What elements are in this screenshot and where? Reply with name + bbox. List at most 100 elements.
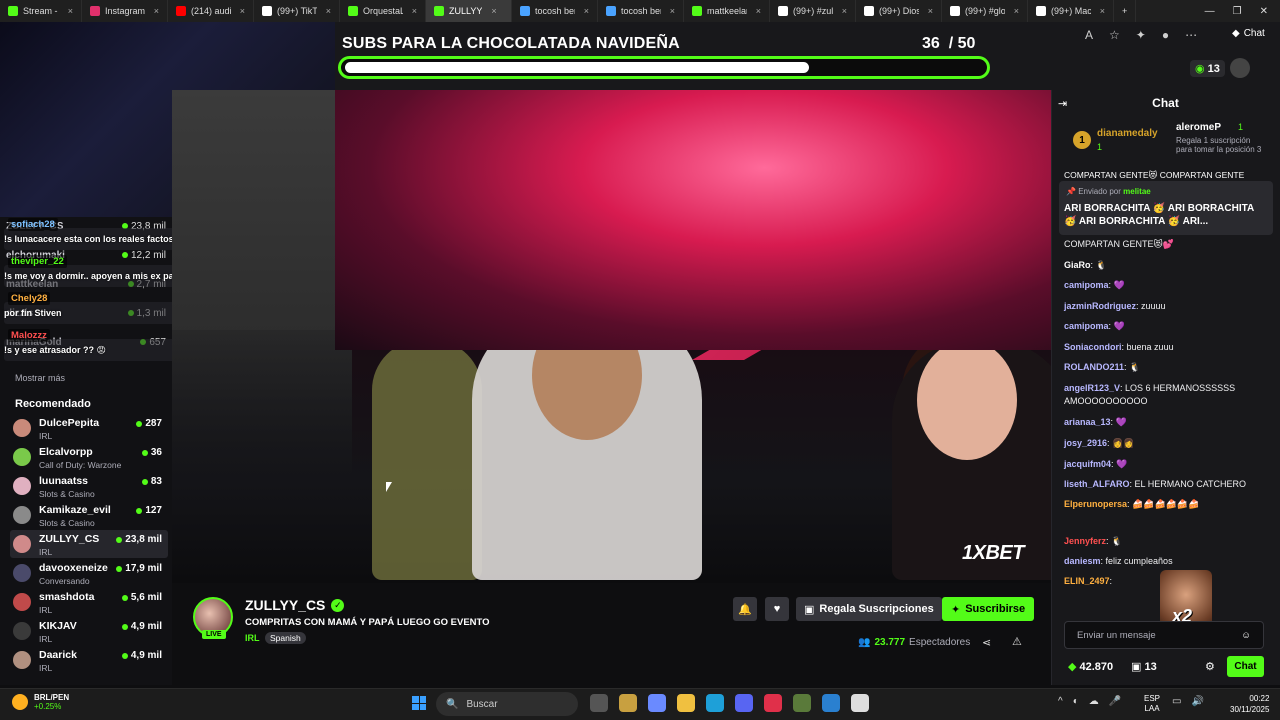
chat-username[interactable]: liseth_ALFARO — [1064, 479, 1130, 489]
copilot-app-icon[interactable] — [648, 694, 666, 712]
close-tab-icon[interactable]: × — [584, 6, 589, 16]
chat-username[interactable]: Soniacondori — [1064, 342, 1122, 352]
chat-username[interactable]: daniesm — [1064, 556, 1101, 566]
close-tab-icon[interactable]: × — [1014, 6, 1019, 16]
windows-start-icon[interactable] — [412, 696, 426, 710]
browser-tab[interactable]: OrquestaLa × — [340, 0, 426, 22]
chat-message[interactable]: Soniacondori: buena zuuu — [1064, 341, 1274, 354]
chat-username[interactable]: ELIN_2497 — [1064, 576, 1110, 586]
browser-tab[interactable]: Instagram × — [82, 0, 168, 22]
second-gifter-name[interactable]: aleromeP — [1176, 122, 1221, 133]
network-icon[interactable]: ▭ — [1172, 696, 1181, 707]
tiktok-studio-icon[interactable] — [764, 694, 782, 712]
emoji-icon[interactable]: ☺ — [1241, 630, 1251, 641]
close-tab-icon[interactable]: × — [928, 6, 933, 16]
browser-tab[interactable]: (99+) #glogl × — [942, 0, 1028, 22]
copilot-chat-button[interactable]: ◆ Chat — [1232, 28, 1265, 39]
chat-username[interactable]: angelR123_V — [1064, 383, 1120, 393]
chat-message[interactable]: COMPARTAN GENTE😻💕 — [1064, 238, 1274, 251]
gift-subscriptions-button[interactable]: ▣ Regala Suscripciones — [796, 597, 942, 621]
browser-tab[interactable]: (214) audio × — [168, 0, 254, 22]
browser-tab[interactable]: (99+) Macke × — [1028, 0, 1114, 22]
maximize-icon[interactable]: ❐ — [1233, 6, 1242, 17]
browser-tab[interactable]: mattkeelan × — [684, 0, 770, 22]
chat-username[interactable]: GiaRo — [1064, 260, 1091, 270]
close-tab-icon[interactable]: × — [240, 6, 245, 16]
chat-username[interactable]: arianaa_13 — [1064, 417, 1111, 427]
browser-tab[interactable]: Stream - Kick × — [0, 0, 82, 22]
recommended-channel[interactable]: DulcePepita IRL 287 — [10, 414, 168, 442]
recommended-channel[interactable]: luunaatss Slots & Casino 83 — [10, 472, 168, 500]
chat-username[interactable]: josy_2916 — [1064, 438, 1107, 448]
report-warning-icon[interactable]: ⚠ — [1012, 635, 1022, 648]
send-chat-button[interactable]: Chat — [1227, 656, 1264, 677]
favorite-star-icon[interactable]: ☆ — [1109, 28, 1120, 42]
close-tab-icon[interactable]: × — [670, 6, 675, 16]
close-tab-icon[interactable]: × — [326, 6, 331, 16]
browser-tab[interactable]: (99+) Dios m × — [856, 0, 942, 22]
close-tab-icon[interactable]: × — [412, 6, 417, 16]
follow-heart-button[interactable]: ♥ — [765, 597, 789, 621]
store-icon[interactable] — [619, 694, 637, 712]
close-tab-icon[interactable]: × — [491, 6, 496, 16]
close-tab-icon[interactable]: × — [68, 6, 73, 16]
top-gifter-name[interactable]: dianamedaly — [1097, 128, 1158, 139]
streamer-name[interactable]: ZULLYY_CS ✓ — [245, 597, 345, 613]
discord-icon[interactable] — [735, 694, 753, 712]
minimize-icon[interactable]: — — [1205, 6, 1215, 17]
share-icon[interactable]: ⋖ — [982, 636, 991, 649]
user-avatar[interactable] — [1230, 58, 1250, 78]
chat-message[interactable]: Jennyferz: 🐧 — [1064, 535, 1274, 548]
chat-message[interactable]: jacquifm04: 💜 — [1064, 458, 1274, 471]
profile-icon[interactable]: ● — [1162, 28, 1169, 42]
chat-username[interactable]: Jennyferz — [1064, 536, 1106, 546]
notifications-bell-button[interactable]: 🔔 — [733, 597, 757, 621]
browser-tab[interactable]: tocosh bene × — [598, 0, 684, 22]
edge-browser-icon[interactable] — [706, 694, 724, 712]
chat-message[interactable]: angelR123_V: LOS 6 HERMANOSSSSSS AMOOOOO… — [1064, 382, 1274, 408]
browser-tab[interactable]: ZULLYY × — [426, 0, 512, 22]
stream-language-tag[interactable]: Spanish — [265, 632, 306, 644]
show-more-link[interactable]: Mostrar más — [15, 373, 65, 383]
close-tab-icon[interactable]: × — [1100, 6, 1105, 16]
channel-points[interactable]: ◆ 42.870 — [1068, 660, 1113, 674]
volume-icon[interactable]: 🔊 — [1191, 696, 1203, 707]
app-icon[interactable] — [793, 694, 811, 712]
chat-message[interactable]: camipoma: 💜 — [1064, 279, 1274, 292]
app-icon[interactable] — [822, 694, 840, 712]
chat-message[interactable]: camipoma: 💜 — [1064, 320, 1274, 333]
chat-message[interactable]: ROLANDO211: 🐧 — [1064, 361, 1274, 374]
close-icon[interactable]: ✕ — [1260, 6, 1268, 17]
taskbar-clock[interactable]: 00:22 30/11/2025 — [1230, 693, 1269, 715]
recommended-channel[interactable]: ZULLYY_CS IRL 23,8 mil — [10, 530, 168, 558]
recommended-channel[interactable]: KIKJAV IRL 4,9 mil — [10, 617, 168, 645]
recommended-channel[interactable]: davooxeneize Conversando 17,9 mil — [10, 559, 168, 587]
chat-username[interactable]: Elperunopersa — [1064, 499, 1127, 509]
subscribe-button[interactable]: ✦ Suscribirse — [942, 597, 1035, 621]
keyboard-language[interactable]: ESP LAA — [1144, 694, 1160, 714]
chat-message[interactable]: jazminRodriguez: zuuuu — [1064, 300, 1274, 313]
chat-username[interactable]: camipoma — [1064, 280, 1109, 290]
recommended-channel[interactable]: Kamikaze_evil Slots & Casino 127 — [10, 501, 168, 529]
chat-message-input[interactable]: Enviar un mensaje ☺ — [1064, 621, 1264, 649]
obs-icon[interactable] — [851, 694, 869, 712]
recommended-channel[interactable]: smashdota IRL 5,6 mil — [10, 588, 168, 616]
chat-message[interactable]: arianaa_13: 💜 — [1064, 416, 1274, 429]
close-tab-icon[interactable]: × — [842, 6, 847, 16]
read-aloud-icon[interactable]: A — [1085, 28, 1093, 42]
browser-tab[interactable]: tocosh bene × — [512, 0, 598, 22]
more-menu-icon[interactable]: ⋯ — [1185, 28, 1197, 42]
chat-message[interactable]: josy_2916: 👩👩 — [1064, 437, 1274, 450]
chat-settings-icon[interactable]: ⚙ — [1205, 660, 1215, 673]
chat-username[interactable]: camipoma — [1064, 321, 1109, 331]
onedrive-icon[interactable]: ☁ — [1089, 696, 1099, 707]
close-tab-icon[interactable]: × — [756, 6, 761, 16]
stream-category[interactable]: IRL — [245, 633, 260, 643]
file-explorer-icon[interactable] — [677, 694, 695, 712]
microphone-icon[interactable]: 🎤 — [1109, 696, 1121, 707]
chat-message[interactable]: Elperunopersa: 🍰🍰🍰🍰🍰🍰 — [1064, 498, 1274, 511]
chat-message[interactable]: daniesm: feliz cumpleaños — [1064, 555, 1274, 568]
chat-message[interactable]: GiaRo: 🐧 — [1064, 259, 1274, 272]
chat-username[interactable]: ROLANDO211 — [1064, 362, 1124, 372]
browser-tab[interactable]: (99+) TikTok × — [254, 0, 340, 22]
